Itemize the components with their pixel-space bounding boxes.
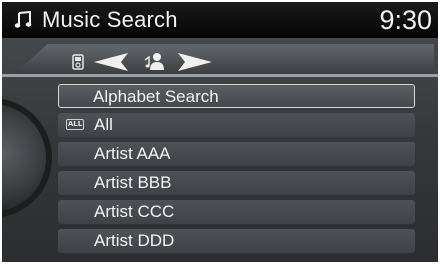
media-device-icon[interactable]: [72, 54, 84, 70]
music-note-icon: [14, 11, 32, 28]
list-item[interactable]: Artist CCC: [58, 200, 415, 224]
list-item-label: Artist CCC: [94, 202, 175, 221]
page-title: Music Search: [42, 7, 178, 32]
list-item-label: Artist DDD: [94, 231, 175, 250]
list-item-all[interactable]: ALL All: [58, 113, 415, 137]
selector-knob-graphic: [2, 98, 52, 218]
content-area: Alphabet Search ALL All Artist AAA Artis…: [2, 38, 438, 262]
category-tab-bar: [2, 38, 438, 78]
list-item[interactable]: Artist AAA: [58, 142, 415, 166]
title-bar: Music Search 9:30: [2, 2, 438, 38]
tab-underline: [2, 74, 438, 77]
left-arrow-icon[interactable]: [94, 53, 128, 71]
music-search-screen: Music Search 9:30 Alphabet Search ALL Al…: [2, 2, 438, 262]
list-item-label: All: [94, 115, 113, 134]
right-arrow-icon[interactable]: [178, 53, 212, 71]
artist-icon[interactable]: [142, 51, 168, 71]
all-badge-icon: ALL: [66, 119, 84, 130]
alphabet-search-label: Alphabet Search: [93, 87, 219, 106]
list-item-label: Artist AAA: [94, 144, 171, 163]
list-item-label: Artist BBB: [94, 173, 172, 192]
list-item[interactable]: Artist DDD: [58, 229, 415, 253]
clock: 9:30: [379, 5, 432, 35]
list-item[interactable]: Artist BBB: [58, 171, 415, 195]
alphabet-search-item[interactable]: Alphabet Search: [58, 84, 415, 108]
